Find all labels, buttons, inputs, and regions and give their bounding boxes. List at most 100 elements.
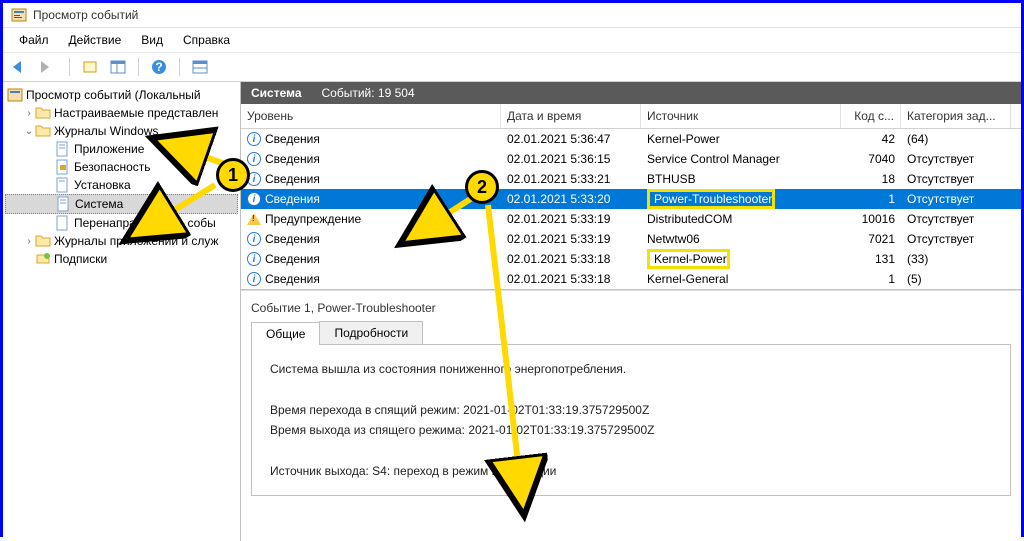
detail-line: Время перехода в спящий режим: 2021-01-0… [270,400,992,420]
menu-bar: Файл Действие Вид Справка [3,28,1021,53]
toolbar-pane-button[interactable] [106,56,130,78]
table-row[interactable]: iСведения02.01.2021 5:33:18Kernel-Power1… [241,249,1021,269]
cell-level: iСведения [241,250,501,268]
tree-windows-logs[interactable]: ⌄ Журналы Windows [5,122,238,140]
tree-label: Настраиваемые представлен [54,106,218,120]
chevron-down-icon[interactable]: ⌄ [23,126,35,137]
toolbar-grid-button[interactable] [188,56,212,78]
pane-header: Система Событий: 19 504 [241,82,1021,104]
eventviewer-icon [7,87,23,103]
tree-custom-views[interactable]: › Настраиваемые представлен [5,104,238,122]
table-row[interactable]: iСведения02.01.2021 5:33:20 Power-Trouble… [241,189,1021,209]
cell-date: 02.01.2021 5:33:20 [501,190,641,208]
table-row[interactable]: iСведения02.01.2021 5:33:19Netwtw067021О… [241,229,1021,249]
menu-action[interactable]: Действие [59,30,132,50]
detail-line: Источник выхода: S4: переход в режим гиб… [270,461,992,481]
cell-level: iСведения [241,170,501,188]
toolbar: ? [3,53,1021,82]
tree-subscriptions[interactable]: Подписки [5,250,238,268]
cell-source: Kernel-General [641,270,841,288]
info-icon: i [247,132,261,146]
toolbar-back-button[interactable] [9,56,33,78]
tree-label: Система [75,197,123,211]
tree-setup[interactable]: Установка [5,176,238,194]
cell-category: (33) [901,250,1011,268]
cell-source: BTHUSB [641,170,841,188]
window-titlebar: Просмотр событий [3,3,1021,28]
table-row[interactable]: iСведения02.01.2021 5:33:18Kernel-Genera… [241,269,1021,289]
navigation-tree[interactable]: Просмотр событий (Локальный › Настраивае… [3,82,241,541]
tree-forwarded[interactable]: Перенаправленные собы [5,214,238,232]
cell-date: 02.01.2021 5:36:15 [501,150,641,168]
log-icon [55,159,71,175]
tree-root[interactable]: Просмотр событий (Локальный [5,86,238,104]
tree-label: Безопасность [74,160,151,174]
pane-title: Система [251,86,302,100]
cell-category: Отсутствует [901,170,1011,188]
cell-level: iСведения [241,190,501,208]
col-code[interactable]: Код с... [841,104,901,128]
cell-category: Отсутствует [901,150,1011,168]
info-icon: i [247,232,261,246]
cell-code: 18 [841,170,901,188]
cell-source: Power-Troubleshooter [641,187,841,211]
highlight-box: Power-Troubleshooter [647,189,775,209]
log-icon [56,196,72,212]
menu-view[interactable]: Вид [131,30,173,50]
toolbar-forward-button[interactable] [37,56,61,78]
cell-code: 1 [841,190,901,208]
tree-app-service-logs[interactable]: › Журналы приложений и служ [5,232,238,250]
tab-details[interactable]: Подробности [319,321,423,344]
cell-date: 02.01.2021 5:33:18 [501,270,641,288]
tree-label: Просмотр событий (Локальный [26,88,201,102]
tree-label: Подписки [54,252,107,266]
cell-level: iСведения [241,270,501,288]
info-icon: i [247,192,261,206]
folder-icon [35,105,51,121]
cell-date: 02.01.2021 5:36:47 [501,130,641,148]
info-icon: i [247,152,261,166]
log-icon [55,215,71,231]
tree-label: Журналы Windows [54,124,158,138]
detail-line: Система вышла из состояния пониженного э… [270,359,992,379]
col-date[interactable]: Дата и время [501,104,641,128]
cell-date: 02.01.2021 5:33:18 [501,250,641,268]
event-grid[interactable]: Уровень Дата и время Источник Код с... К… [241,104,1021,290]
cell-category: (5) [901,270,1011,288]
folder-icon [35,123,51,139]
tree-application[interactable]: Приложение [5,140,238,158]
chevron-right-icon[interactable]: › [23,236,35,247]
tree-security[interactable]: Безопасность [5,158,238,176]
cell-code: 7040 [841,150,901,168]
col-category[interactable]: Категория зад... [901,104,1011,128]
toolbar-separator [69,58,70,76]
table-row[interactable]: Предупреждение02.01.2021 5:33:19Distribu… [241,209,1021,229]
toolbar-properties-button[interactable] [78,56,102,78]
table-row[interactable]: iСведения02.01.2021 5:36:47Kernel-Power4… [241,129,1021,149]
table-row[interactable]: iСведения02.01.2021 5:36:15Service Contr… [241,149,1021,169]
detail-tabs: Общие Подробности [251,321,1011,345]
menu-help[interactable]: Справка [173,30,240,50]
table-row[interactable]: iСведения02.01.2021 5:33:21BTHUSB18Отсут… [241,169,1021,189]
col-level[interactable]: Уровень [241,104,501,128]
cell-level: iСведения [241,150,501,168]
tree-label: Установка [74,178,131,192]
cell-code: 1 [841,270,901,288]
info-icon: i [247,252,261,266]
tab-general[interactable]: Общие [251,322,320,345]
subscriptions-icon [35,251,51,267]
toolbar-help-button[interactable]: ? [147,56,171,78]
menu-file[interactable]: Файл [9,30,59,50]
detail-line: Время выхода из спящего режима: 2021-01-… [270,420,992,440]
cell-source: DistributedCOM [641,210,841,228]
cell-source: Kernel-Power [641,247,841,271]
cell-level: Предупреждение [241,210,501,228]
cell-category: Отсутствует [901,210,1011,228]
chevron-right-icon[interactable]: › [23,108,35,119]
info-icon: i [247,172,261,186]
col-source[interactable]: Источник [641,104,841,128]
cell-category: (64) [901,130,1011,148]
tree-system[interactable]: Система [5,194,238,214]
log-icon [55,141,71,157]
warning-icon [247,213,261,225]
